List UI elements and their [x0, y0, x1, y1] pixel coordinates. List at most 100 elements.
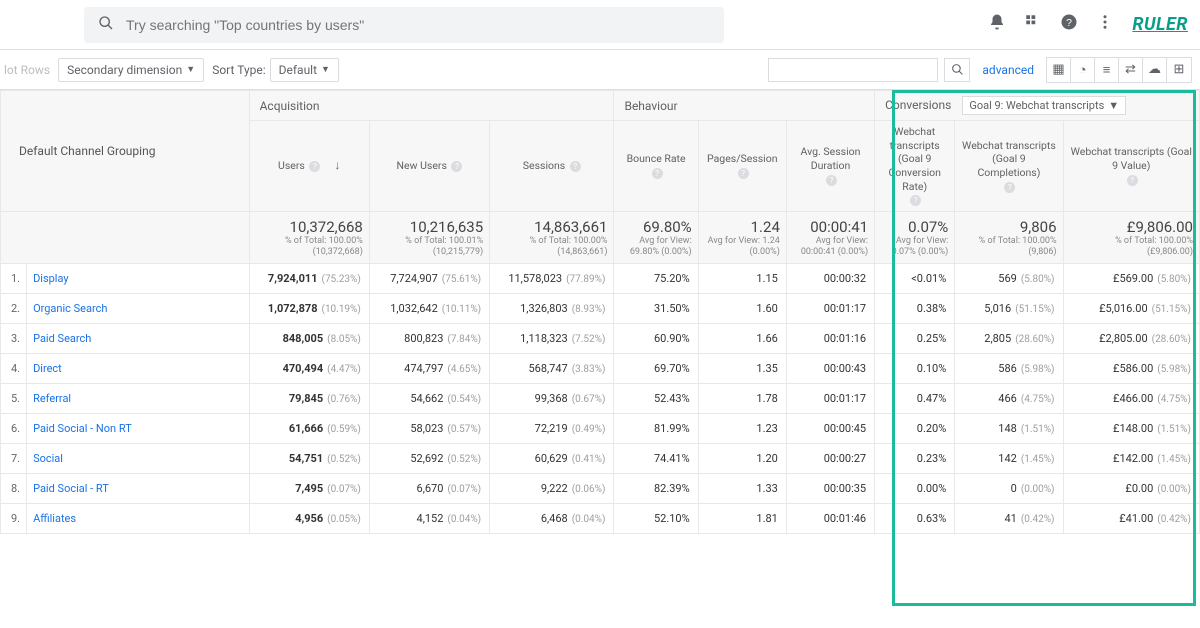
cell-users: 4,956(0.05%): [249, 504, 369, 534]
cell-goal-completions: 569(5.80%): [955, 264, 1063, 294]
cell-users: 7,495(0.07%): [249, 474, 369, 504]
cell-users: 61,666(0.59%): [249, 414, 369, 444]
secondary-dimension-dropdown[interactable]: Secondary dimension▼: [58, 58, 204, 82]
view-pie-icon[interactable]: ◔: [1071, 58, 1095, 82]
cell-goal-rate: <0.01%: [875, 264, 955, 294]
col-sessions[interactable]: Sessions ?: [490, 121, 614, 212]
cell-users: 1,072,878(10.19%): [249, 294, 369, 324]
channel-link[interactable]: Affiliates: [33, 512, 76, 525]
view-bar-icon[interactable]: ≡: [1095, 58, 1119, 82]
help-icon[interactable]: ?: [652, 168, 663, 179]
cell-sessions: 72,219(0.49%): [490, 414, 614, 444]
channels-table: Default Channel Grouping Acquisition Beh…: [0, 90, 1200, 534]
sort-type-dropdown[interactable]: Default▼: [270, 58, 339, 82]
cell-goal-completions: 0(0.00%): [955, 474, 1063, 504]
cell-goal-rate: 0.00%: [875, 474, 955, 504]
search-icon: [98, 15, 114, 35]
channel-link[interactable]: Direct: [33, 362, 62, 375]
cell-new-users: 7,724,907(75.61%): [369, 264, 489, 294]
sort-arrow-icon: ↓: [334, 158, 340, 172]
col-users[interactable]: Users ?↓: [249, 121, 369, 212]
cell-sessions: 6,468(0.04%): [490, 504, 614, 534]
help-icon[interactable]: ?: [1127, 175, 1138, 186]
cell-goal-completions: 142(1.45%): [955, 444, 1063, 474]
cell-duration: 00:00:43: [786, 354, 874, 384]
cell-bounce: 69.70%: [614, 354, 698, 384]
cell-duration: 00:00:32: [786, 264, 874, 294]
cell-users: 7,924,011(75.23%): [249, 264, 369, 294]
group-behaviour: Behaviour: [614, 91, 875, 121]
row-index: 6.: [1, 414, 27, 444]
cell-pages: 1.33: [698, 474, 786, 504]
help-icon[interactable]: ?: [1004, 182, 1015, 193]
cell-bounce: 52.43%: [614, 384, 698, 414]
cell-sessions: 568,747(3.83%): [490, 354, 614, 384]
cell-goal-value: £5,016.00(51.15%): [1063, 294, 1199, 324]
view-table-icon[interactable]: ▦: [1047, 58, 1071, 82]
col-new-users[interactable]: New Users ?: [369, 121, 489, 212]
cell-goal-rate: 0.23%: [875, 444, 955, 474]
cell-goal-completions: 148(1.51%): [955, 414, 1063, 444]
table-row: 4.Direct470,494(4.47%)474,797(4.65%)568,…: [1, 354, 1200, 384]
col-bounce[interactable]: Bounce Rate ?: [614, 121, 698, 212]
cell-bounce: 74.41%: [614, 444, 698, 474]
channel-link[interactable]: Organic Search: [33, 302, 107, 315]
table-row: 3.Paid Search848,005(8.05%)800,823(7.84%…: [1, 324, 1200, 354]
channel-link[interactable]: Display: [33, 272, 69, 285]
cell-bounce: 81.99%: [614, 414, 698, 444]
table-search-button[interactable]: [944, 58, 970, 82]
col-goal-rate[interactable]: Webchat transcripts (Goal 9 Conversion R…: [875, 121, 955, 212]
channel-link[interactable]: Paid Social - RT: [33, 482, 109, 495]
channel-link[interactable]: Paid Search: [33, 332, 91, 345]
cell-new-users: 52,692(0.52%): [369, 444, 489, 474]
cell-users: 470,494(4.47%): [249, 354, 369, 384]
cell-goal-value: £2,805.00(28.60%): [1063, 324, 1199, 354]
cell-sessions: 1,118,323(7.52%): [490, 324, 614, 354]
cell-goal-rate: 0.63%: [875, 504, 955, 534]
help-icon[interactable]: ?: [451, 161, 462, 172]
channel-link[interactable]: Paid Social - Non RT: [33, 422, 132, 435]
goal-selector-dropdown[interactable]: Goal 9: Webchat transcripts▼: [962, 96, 1126, 115]
apps-icon[interactable]: [1024, 13, 1042, 36]
help-icon[interactable]: ?: [570, 161, 581, 172]
row-index: 1.: [1, 264, 27, 294]
col-pages[interactable]: Pages/Session ?: [698, 121, 786, 212]
top-icons: ? RULER: [988, 13, 1188, 36]
view-pivot-icon[interactable]: ⊞: [1167, 58, 1191, 82]
search-input[interactable]: [126, 17, 710, 33]
cell-pages: 1.81: [698, 504, 786, 534]
cell-duration: 00:01:17: [786, 294, 874, 324]
table-row: 8.Paid Social - RT7,495(0.07%)6,670(0.07…: [1, 474, 1200, 504]
cell-pages: 1.15: [698, 264, 786, 294]
help-icon[interactable]: ?: [738, 168, 749, 179]
totals-new_users: 10,216,635% of Total: 100.01% (10,215,77…: [369, 211, 489, 264]
more-icon[interactable]: [1096, 13, 1114, 36]
channel-link[interactable]: Social: [33, 452, 63, 465]
view-cloud-icon[interactable]: ☁: [1143, 58, 1167, 82]
cell-new-users: 4,152(0.04%): [369, 504, 489, 534]
channel-name: Organic Search: [27, 294, 250, 324]
table-row: 2.Organic Search1,072,878(10.19%)1,032,6…: [1, 294, 1200, 324]
cell-goal-value: £0.00(0.00%): [1063, 474, 1199, 504]
channel-name: Display: [27, 264, 250, 294]
table-row: 9.Affiliates4,956(0.05%)4,152(0.04%)6,46…: [1, 504, 1200, 534]
cell-duration: 00:01:16: [786, 324, 874, 354]
notifications-icon[interactable]: [988, 13, 1006, 36]
col-goal-value[interactable]: Webchat transcripts (Goal 9 Value) ?: [1063, 121, 1199, 212]
col-goal-completions[interactable]: Webchat transcripts (Goal 9 Completions)…: [955, 121, 1063, 212]
sort-type-label: Sort Type:: [212, 63, 265, 77]
help-icon[interactable]: ?: [1060, 13, 1078, 36]
table-row: 7.Social54,751(0.52%)52,692(0.52%)60,629…: [1, 444, 1200, 474]
channel-name: Paid Social - Non RT: [27, 414, 250, 444]
table-search-input[interactable]: [768, 58, 938, 82]
view-comparison-icon[interactable]: ⇄: [1119, 58, 1143, 82]
advanced-link[interactable]: advanced: [982, 63, 1034, 77]
help-icon[interactable]: ?: [309, 161, 320, 172]
help-icon[interactable]: ?: [826, 175, 837, 186]
cell-goal-completions: 2,805(28.60%): [955, 324, 1063, 354]
global-search[interactable]: [84, 7, 724, 43]
brand-logo: RULER: [1132, 14, 1188, 35]
col-duration[interactable]: Avg. Session Duration ?: [786, 121, 874, 212]
channel-link[interactable]: Referral: [33, 392, 71, 405]
help-icon[interactable]: ?: [910, 195, 921, 206]
